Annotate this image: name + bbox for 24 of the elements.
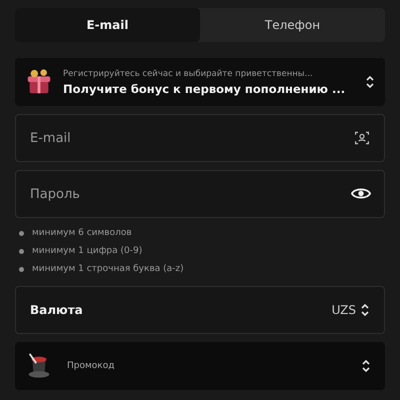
tab[interactable]: Телефон — [200, 8, 385, 42]
promo-code-selector[interactable]: Промокод — [15, 342, 385, 390]
face-scan-icon — [354, 130, 370, 146]
chevron-updown-icon — [360, 303, 370, 317]
currency-selector[interactable]: Валюта UZS — [15, 286, 385, 334]
password-rule: минимум 1 строчная буква (a-z) — [32, 264, 184, 274]
bullet-dot — [19, 230, 24, 236]
password-rule: минимум 6 символов — [32, 228, 132, 238]
chevron-updown-icon — [361, 359, 371, 373]
chevron-updown-icon — [365, 75, 375, 89]
password-field[interactable]: Пароль — [15, 170, 385, 218]
currency-value: UZS — [332, 303, 356, 317]
bonus-title: Получите бонус к первому пополнению ... — [63, 82, 346, 96]
bullet-dot — [19, 248, 24, 254]
promo-code-label: Промокод — [67, 361, 116, 371]
bonus-selector[interactable]: Регистрируйтесь сейчас и выбирайте приветственны... Получите бонус к первому пополнению ... — [15, 58, 385, 106]
bonus-subtitle: Регистрируйтесь сейчас и выбирайте приветственны... — [63, 68, 314, 78]
bullet-dot — [19, 266, 24, 272]
tab[interactable]: E-mail — [15, 8, 200, 42]
gift-icon — [25, 68, 53, 96]
currency-label: Валюта — [30, 303, 84, 317]
password-rule: минимум 1 цифра (0-9) — [32, 246, 142, 256]
eye-icon[interactable] — [351, 187, 371, 200]
email-field[interactable]: E-mail — [15, 114, 385, 162]
